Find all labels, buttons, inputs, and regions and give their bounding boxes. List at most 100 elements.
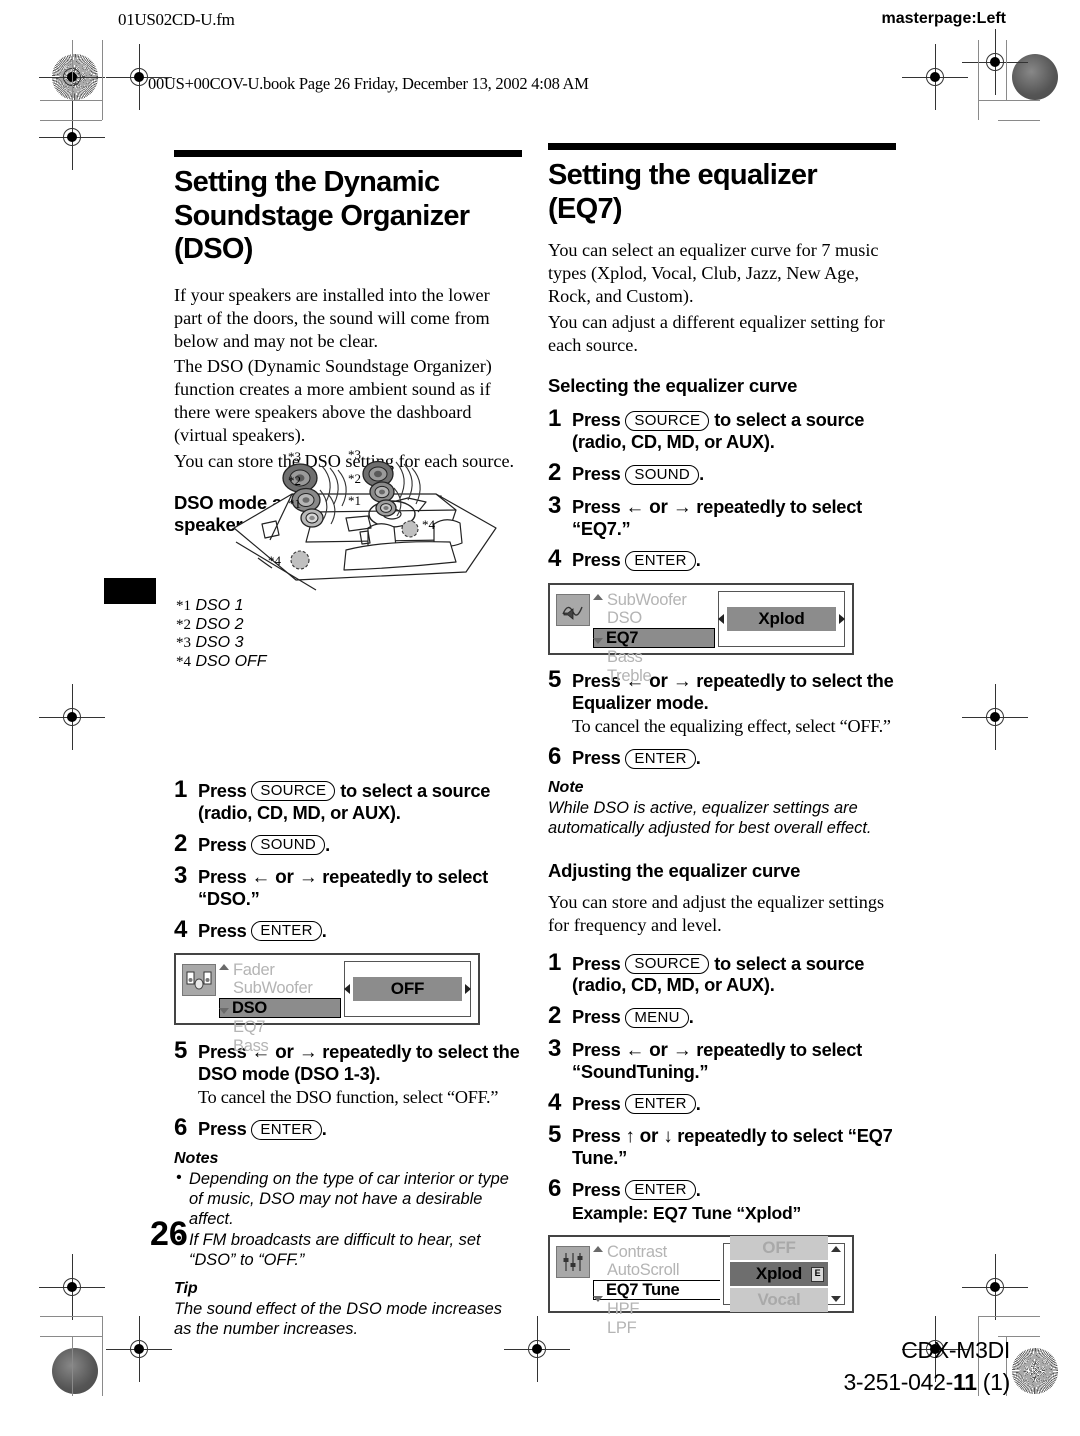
chevron-up-icon[interactable] xyxy=(219,963,229,970)
lcd-value-list: OFF Xplod E Vocal xyxy=(723,1235,845,1312)
step-text: Press SOURCE to select a source (radio, … xyxy=(572,406,896,453)
lcd-menu-item-dso[interactable]: DSO xyxy=(219,997,341,1019)
arrow-right-icon xyxy=(465,983,471,994)
key-source[interactable]: SOURCE xyxy=(625,410,710,431)
chevron-down-icon[interactable] xyxy=(593,637,603,644)
lcd-scrollbar[interactable] xyxy=(831,1245,842,1302)
crop-mark-bottom-outer xyxy=(40,1316,102,1318)
lcd-menu-item-lpf[interactable]: LPF xyxy=(594,1319,720,1338)
lcd-menu-item-subwoofer[interactable]: SubWoofer xyxy=(220,979,341,998)
step-number: 1 xyxy=(548,405,562,433)
key-enter[interactable]: ENTER xyxy=(625,550,696,571)
step-pre: Press xyxy=(198,833,252,855)
chevron-down-icon[interactable] xyxy=(219,1007,229,1014)
lcd-display-dso: Fader SubWoofer DSO EQ7 Bass OFF xyxy=(174,952,480,1054)
callout-1-right: *1 xyxy=(348,493,361,508)
chevron-down-icon[interactable] xyxy=(593,1295,603,1302)
chevron-up-icon[interactable] xyxy=(593,1245,603,1252)
step-post: . xyxy=(695,747,701,769)
crop-mark-top-outer xyxy=(40,100,102,102)
lcd-value-off[interactable]: OFF xyxy=(730,1235,828,1260)
chevron-up-icon[interactable] xyxy=(593,593,603,600)
lcd-menu-item-dso[interactable]: DSO xyxy=(594,609,715,628)
key-menu[interactable]: MENU xyxy=(625,1007,689,1028)
footnote-item: *1 DSO 1 xyxy=(176,597,267,616)
lcd-value-off[interactable]: OFF xyxy=(344,976,471,1001)
lcd-value-text: Xplod xyxy=(755,1263,803,1283)
scroll-down-icon[interactable] xyxy=(831,1295,841,1302)
crop-mark-bottom-left-inner xyxy=(102,1316,104,1396)
step-post: . xyxy=(321,919,327,941)
page-title-left: Setting the Dynamic Soundstage Organizer… xyxy=(174,166,470,266)
tip-heading: Tip xyxy=(174,1279,198,1297)
step-text: Press ENTER. Example: EQ7 Tune “Xplod” xyxy=(572,1176,801,1224)
lcd-value-xplod[interactable]: Xplod xyxy=(718,606,845,631)
footnote-label: DSO 1 xyxy=(195,597,244,614)
crop-mark-left-inner xyxy=(102,40,104,120)
callout-2-left: *2 xyxy=(288,473,301,488)
section2-intro: You can store and adjust the equalizer s… xyxy=(548,891,885,935)
step-pre: Press xyxy=(572,952,626,974)
lcd-menu-item-eq7-tune[interactable]: EQ7 Tune xyxy=(593,1279,720,1301)
key-source[interactable]: SOURCE xyxy=(625,954,710,975)
registration-target-top-right xyxy=(902,44,968,110)
page-number: 26 xyxy=(150,1215,188,1253)
crop-mark-bottom-inner xyxy=(40,1336,102,1338)
step-number: 1 xyxy=(548,948,562,976)
scroll-up-icon[interactable] xyxy=(831,1245,841,1252)
footnote-item: *2 DSO 2 xyxy=(176,616,267,635)
key-enter[interactable]: ENTER xyxy=(625,748,696,769)
step-pre: Press xyxy=(198,1118,252,1140)
left-intro-paragraph-1: If your speakers are installed into the … xyxy=(174,284,490,351)
footnote-legend: *1 DSO 1 *2 DSO 2 *3 DSO 3 *4 DSO OFF xyxy=(176,597,267,671)
step-text: Press ENTER. xyxy=(572,744,701,769)
arrow-right-icon xyxy=(839,613,845,624)
callout-2-right: *2 xyxy=(348,471,361,486)
lcd-menu-item-hpf[interactable]: HPF xyxy=(594,1300,720,1319)
model-name: CDX-M3DI xyxy=(901,1337,1010,1363)
lcd-menu-item-contrast[interactable]: Contrast xyxy=(594,1243,720,1262)
notes-list: Depending on the type of car interior or… xyxy=(174,1168,522,1271)
lcd-menu-item-bass[interactable]: Bass xyxy=(594,648,715,667)
key-sound[interactable]: SOUND xyxy=(625,464,700,485)
step-left-4: 4 Press ENTER. xyxy=(174,915,522,943)
key-enter[interactable]: ENTER xyxy=(625,1180,696,1201)
key-enter[interactable]: ENTER xyxy=(625,1094,696,1115)
lcd-menu-item-eq7[interactable]: EQ7 xyxy=(593,627,715,649)
key-enter[interactable]: ENTER xyxy=(251,921,322,942)
lcd-menu-item-fader[interactable]: Fader xyxy=(220,961,341,980)
step-adjust-6: 6 Press ENTER. Example: EQ7 Tune “Xplod” xyxy=(548,1176,896,1224)
left-column: Setting the Dynamic Soundstage Organizer… xyxy=(174,150,522,1339)
step-number: 4 xyxy=(548,545,562,573)
step-number: 5 xyxy=(548,665,562,693)
step-number: 4 xyxy=(174,915,188,943)
step-number: 3 xyxy=(548,491,562,519)
note-text: While DSO is active, equalizer settings … xyxy=(548,798,872,837)
lcd-menu-item-eq7[interactable]: EQ7 xyxy=(220,1018,341,1037)
step-text: Press SOURCE to select a source (radio, … xyxy=(572,950,896,997)
lcd-value-xplod[interactable]: Xplod E xyxy=(730,1261,828,1286)
step-text: Press ENTER. xyxy=(198,1115,327,1140)
step-number: 4 xyxy=(548,1088,562,1116)
callout-4-left: *4 xyxy=(268,553,282,568)
footnote-item: *4 DSO OFF xyxy=(176,653,267,672)
right-intro-paragraph-2: You can adjust a different equalizer set… xyxy=(548,311,885,355)
key-sound[interactable]: SOUND xyxy=(251,835,326,856)
lcd-value-vocal[interactable]: Vocal xyxy=(730,1287,828,1312)
lcd-menu-item-bass[interactable]: Bass xyxy=(220,1037,341,1056)
step-pre: Press xyxy=(198,919,252,941)
tip-text: The sound effect of the DSO mode increas… xyxy=(174,1299,502,1338)
key-source[interactable]: SOURCE xyxy=(251,781,336,802)
step-left-3: 3 Press ← or → repeatedly to select “DSO… xyxy=(174,863,522,910)
step-left-2: 2 Press SOUND. xyxy=(174,830,522,856)
key-enter[interactable]: ENTER xyxy=(251,1119,322,1140)
step-number: 6 xyxy=(548,743,562,771)
lcd-menu-item-autoscroll[interactable]: AutoScroll xyxy=(594,1261,720,1280)
callout-1-left: *1 xyxy=(288,496,301,511)
arrow-left-right-icon: ← or → xyxy=(625,1039,692,1061)
footnote-mark: *4 xyxy=(176,653,191,670)
step-text: Press ← or → repeatedly to select “DSO.” xyxy=(198,863,522,910)
lcd-menu-item-subwoofer[interactable]: SubWoofer xyxy=(594,591,715,610)
lcd-menu-item-treble[interactable]: Treble xyxy=(594,667,715,686)
step-number: 3 xyxy=(548,1034,562,1062)
